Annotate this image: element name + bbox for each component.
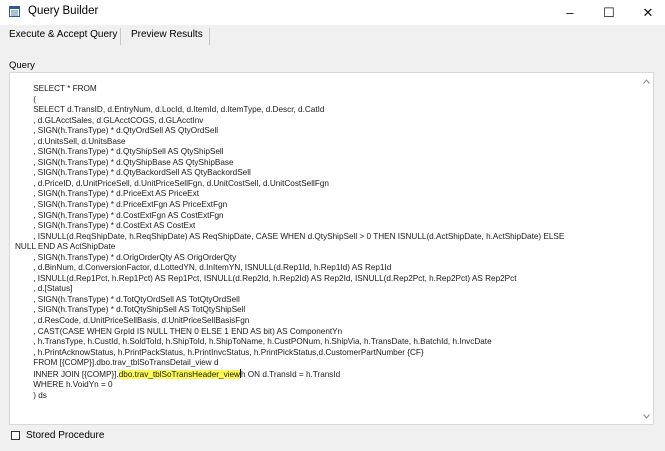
query-line: , ISNULL(d.Rep1Pct, h.Rep1Pct) AS Rep1Pc… [15, 273, 517, 283]
query-line: , d.BinNum, d.ConversionFactor, d.Lotted… [15, 263, 392, 273]
maximize-icon: ☐ [603, 4, 615, 20]
query-line-join: INNER JOIN [{COMP}].dbo.trav_tblSoTransH… [15, 368, 637, 381]
chevron-down-icon [642, 413, 650, 419]
query-label: Query [9, 60, 35, 71]
minimize-button[interactable]: – [548, 0, 592, 25]
query-line: , SIGN(h.TransType) * d.CostExtFgn AS Co… [15, 210, 224, 220]
stored-procedure-checkbox[interactable] [11, 431, 20, 440]
query-builder-app-icon [9, 6, 20, 17]
scroll-up-arrow[interactable] [641, 76, 651, 86]
query-line: , SIGN(h.TransType) * d.PriceExtFgn AS P… [15, 200, 228, 210]
query-tail-lines: WHERE h.VoidYn = 0 ) ds [15, 380, 637, 401]
close-button[interactable]: ✕ [626, 0, 665, 25]
query-line: , SIGN(h.TransType) * d.CostExt AS CostE… [15, 221, 196, 231]
stored-procedure-label[interactable]: Stored Procedure [26, 430, 104, 441]
chevron-up-icon [642, 78, 650, 84]
query-line: SELECT d.TransID, d.EntryNum, d.LocId, d… [15, 105, 325, 115]
query-line: , d.ResCode, d.UnitPriceSellBasis, d.Uni… [15, 316, 250, 326]
query-line: , SIGN(h.TransType) * d.QtyShipBase AS Q… [15, 157, 234, 167]
query-editor[interactable]: SELECT * FROM ( SELECT d.TransID, d.Entr… [9, 72, 654, 425]
query-line: ( [15, 94, 36, 104]
query-line: NULL END AS ActShipDate [15, 242, 116, 252]
highlighted-selection: dbo.trav_tblSoTransHeader_view [118, 369, 240, 379]
query-line: , SIGN(h.TransType) * d.OrigOrderQty AS … [15, 252, 237, 262]
query-text[interactable]: SELECT * FROM ( SELECT d.TransID, d.Entr… [15, 84, 637, 401]
query-line: , SIGN(h.TransType) * d.TotQtyShipSell A… [15, 305, 246, 315]
query-line: , d.[Status] [15, 284, 73, 294]
minimize-icon: – [566, 5, 574, 20]
close-icon: ✕ [642, 4, 654, 20]
query-line: , SIGN(h.TransType) * d.QtyOrdSell AS Qt… [15, 126, 219, 136]
query-line: SELECT * FROM [15, 84, 97, 93]
query-line: , SIGN(h.TransType) * d.TotQtyOrdSell AS… [15, 294, 240, 304]
query-line: , d.UnitsSell, d.UnitsBase [15, 136, 126, 146]
query-line: , CAST(CASE WHEN GrpId IS NULL THEN 0 EL… [15, 326, 343, 336]
query-line: , h.PrintAcknowStatus, h.PrintPackStatus… [15, 347, 424, 357]
query-line: WHERE h.VoidYn = 0 [15, 380, 113, 390]
toolbar: Execute & Accept Query Preview Results [0, 25, 665, 49]
toolbar-divider [120, 28, 121, 45]
query-lines: SELECT * FROM ( SELECT d.TransID, d.Entr… [15, 84, 637, 369]
query-line: ) ds [15, 390, 47, 400]
query-line: , ISNULL(d.ReqShipDate, h.ReqShipDate) A… [15, 231, 565, 241]
maximize-button[interactable]: ☐ [587, 0, 631, 25]
query-line: , SIGN(h.TransType) * d.QtyShipSell AS Q… [15, 147, 224, 157]
toolbar-divider [209, 28, 210, 45]
join-suffix: h ON d.TransId = h.TransId [240, 369, 341, 379]
query-line: , h.TransType, h.CustId, h.SoldToId, h.S… [15, 337, 492, 347]
query-line: , SIGN(h.TransType) * d.QtyBackordSell A… [15, 168, 251, 178]
query-line: , SIGN(h.TransType) * d.PriceExt AS Pric… [15, 189, 199, 199]
scroll-down-arrow[interactable] [641, 411, 651, 421]
query-line: , d.GLAcctSales, d.GLAcctCOGS, d.GLAcctI… [15, 115, 204, 125]
query-line: FROM [{COMP}].dbo.trav_tblSoTransDetail_… [15, 358, 219, 368]
execute-accept-query-button[interactable]: Execute & Accept Query [9, 29, 117, 40]
join-prefix: INNER JOIN [{COMP}]. [15, 369, 119, 379]
title-bar: Query Builder – ☐ ✕ [0, 0, 665, 25]
preview-results-button[interactable]: Preview Results [131, 29, 203, 40]
query-line: , d.PriceID, d.UnitPriceSell, d.UnitPric… [15, 178, 329, 188]
window-title: Query Builder [28, 5, 99, 17]
